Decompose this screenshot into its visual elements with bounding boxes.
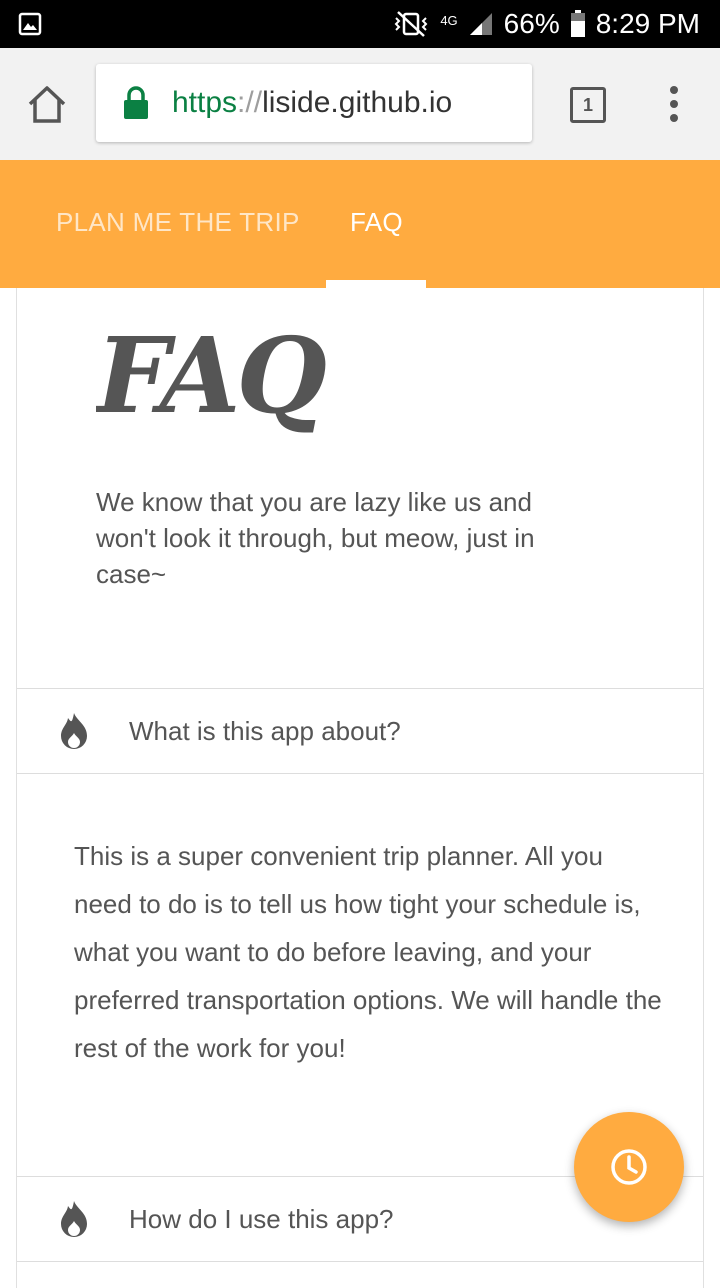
page-title: FAQ [96,316,330,436]
address-bar[interactable]: https://liside.github.io [96,64,532,142]
flame-icon [61,713,87,749]
vibrate-mute-icon [394,11,428,37]
url-host: liside.github.io [262,86,453,119]
tab-faq[interactable]: FAQ [350,160,403,288]
signal-icon [469,13,492,35]
svg-text:FAQ: FAQ [96,316,326,436]
schedule-fab-button[interactable] [574,1112,684,1222]
image-notification-icon [18,12,42,36]
battery-icon [570,10,585,37]
home-icon[interactable] [26,84,68,124]
faq-question-text: How do I use this app? [129,1204,394,1234]
faq-answer-1: This is a super convenient trip planner.… [74,841,662,1063]
url-scheme: https [172,86,238,119]
tab-switcher-button[interactable]: 1 [570,87,606,123]
intro-text: We know that you are lazy like us and wo… [96,487,535,589]
network-type: 4G [440,12,458,28]
tab-plan-me-the-trip[interactable]: PLAN ME THE TRIP [56,160,300,288]
browser-toolbar: https://liside.github.io 1 [0,48,720,160]
faq-question-1[interactable]: What is this app about? [17,688,703,774]
url-text: https://liside.github.io [172,64,452,142]
status-bar: 4G 66% 8:29 PM [0,0,720,48]
active-tab-indicator [326,280,426,288]
app-nav: PLAN ME THE TRIP FAQ [0,160,720,288]
faq-question-text: What is this app about? [129,716,401,746]
more-vert-icon[interactable] [664,84,684,124]
clock-time: 8:29 PM [595,8,700,39]
clock-icon [611,1149,647,1185]
flame-icon [61,1201,87,1237]
lock-icon [124,86,148,119]
battery-percent: 66% [503,8,560,39]
url-separator: :// [237,86,263,119]
